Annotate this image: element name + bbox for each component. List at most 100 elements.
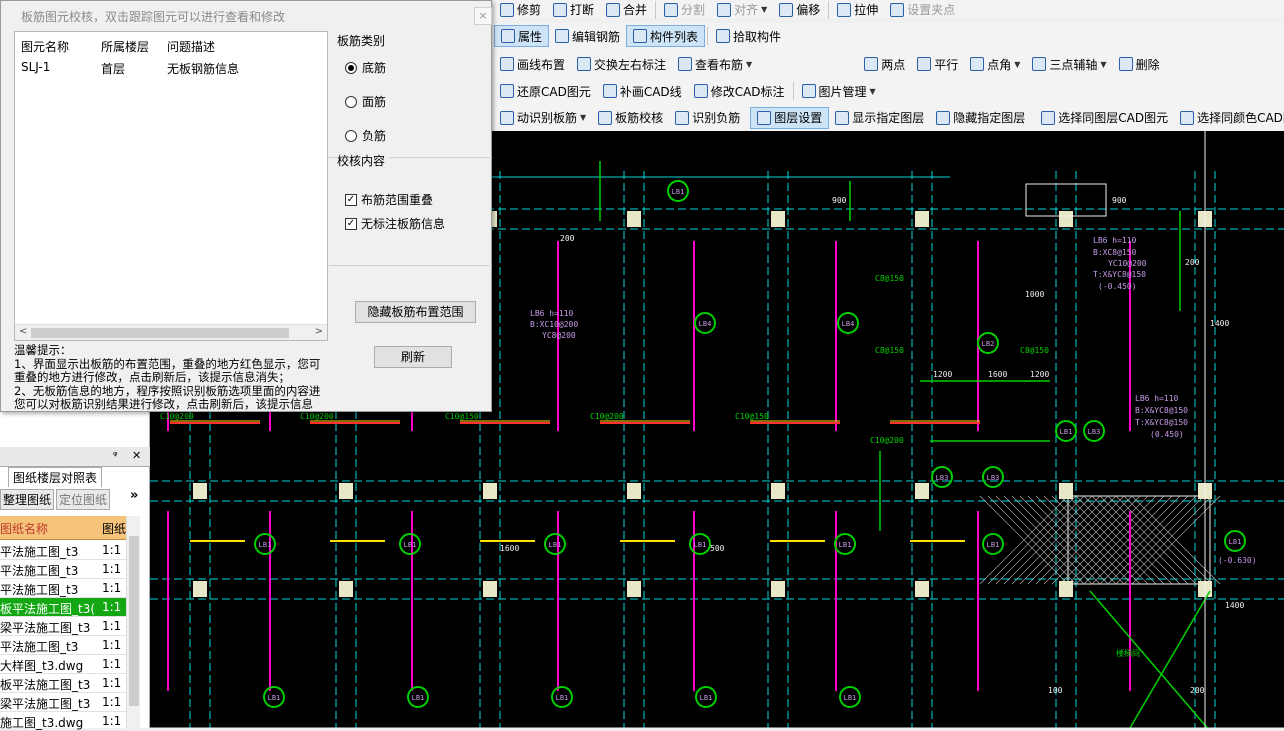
toolbar2-button-1[interactable]: 编辑钢筋 bbox=[549, 25, 626, 47]
toolbar-label: 编辑钢筋 bbox=[572, 29, 621, 44]
table-row[interactable]: 平法施工图_t3 1:1 bbox=[0, 636, 126, 655]
scroll-thumb[interactable] bbox=[31, 328, 289, 338]
toolbar3_right-button-0[interactable]: 两点 bbox=[858, 53, 911, 75]
toolbar4-button-0[interactable]: 还原CAD图元 bbox=[494, 80, 597, 102]
cad-text: C10@200 bbox=[870, 436, 904, 445]
toolbar1-button-2[interactable]: 合并 bbox=[600, 0, 653, 19]
table-row[interactable]: 板平法施工图_t3 1:1 bbox=[0, 674, 126, 693]
table-row[interactable]: 施工图_t3.dwg 1:1 bbox=[0, 712, 126, 731]
bubble-label: LB1 bbox=[549, 541, 562, 549]
close-icon[interactable]: ✕ bbox=[132, 449, 141, 462]
toolbar1-button-6[interactable]: 拉伸 bbox=[831, 0, 884, 19]
cad-text: 楼梯间 bbox=[1116, 648, 1140, 658]
table-row[interactable]: 梁平法施工图_t3 1:1 bbox=[0, 693, 126, 712]
bubble-label: LB1 bbox=[700, 694, 713, 702]
col-floor[interactable]: 所属楼层 bbox=[101, 38, 149, 55]
cad-text: 1400 bbox=[1225, 601, 1244, 610]
table-row[interactable]: 平法施工图_t3 1:1 bbox=[0, 579, 126, 598]
toolbar-row-1: 修剪 打断 合并 分割 对齐 ▼ 偏移 拉伸 设置夹点 bbox=[494, 0, 1284, 19]
col-element-name[interactable]: 图元名称 bbox=[21, 38, 69, 55]
show-layer-icon bbox=[835, 110, 850, 125]
toolbar3_right-button-3[interactable]: 三点辅轴 ▼ bbox=[1026, 53, 1112, 75]
break-icon bbox=[553, 2, 568, 17]
organize-drawing-button[interactable]: 整理图纸 bbox=[0, 489, 55, 510]
drawing-scale: 1:1 bbox=[102, 657, 122, 671]
toolbar3_left-button-1[interactable]: 交换左右标注 bbox=[571, 53, 672, 75]
col-issue[interactable]: 问题描述 bbox=[167, 38, 215, 55]
radio-top-rebar[interactable]: 面筋 bbox=[345, 93, 386, 110]
align-icon bbox=[717, 2, 732, 17]
drawing-name: 板平法施工图_t3( bbox=[0, 602, 96, 616]
toolbar-label: 删除 bbox=[1135, 57, 1160, 72]
scroll-right-icon[interactable]: > bbox=[315, 326, 323, 337]
toolbar1-button-4[interactable]: 对齐 ▼ bbox=[711, 0, 773, 19]
toolbar3_right-button-1[interactable]: 平行 bbox=[911, 53, 964, 75]
hide-rebar-range-button[interactable]: 隐藏板筋布置范围 bbox=[355, 301, 476, 323]
table-row[interactable]: 平法施工图_t3 1:1 bbox=[0, 560, 126, 579]
column-node bbox=[483, 581, 497, 597]
toolbar2-button-2[interactable]: 构件列表 bbox=[626, 25, 706, 47]
toolbar4-button-2[interactable]: 修改CAD标注 bbox=[688, 80, 791, 102]
pin-icon[interactable]: ᵠ bbox=[113, 449, 118, 462]
toolbar3_right-button-2[interactable]: 点角 ▼ bbox=[964, 53, 1026, 75]
tab-drawing-floor-map[interactable]: 图纸楼层对照表 bbox=[8, 467, 103, 487]
table-scrollbar[interactable] bbox=[126, 516, 140, 728]
toolbar3_left-button-2[interactable]: 查看布筋 ▼ bbox=[672, 53, 758, 75]
cad-text: 900 bbox=[832, 196, 847, 205]
toolbar5-button-1[interactable]: 板筋校核 bbox=[592, 107, 669, 129]
cad-text: 500 bbox=[710, 544, 725, 553]
checkbox-overlap[interactable]: ✓ 布筋范围重叠 bbox=[345, 191, 433, 208]
table-row[interactable]: 大样图_t3.dwg 1:1 bbox=[0, 655, 126, 674]
chevron-down-icon[interactable]: ▼ bbox=[870, 87, 876, 96]
toolbar-label: 三点辅轴 bbox=[1049, 57, 1098, 72]
scroll-left-icon[interactable]: < bbox=[19, 326, 27, 337]
column-node bbox=[1059, 581, 1073, 597]
chevron-down-icon[interactable]: ▼ bbox=[580, 113, 586, 122]
table-row[interactable]: 板平法施工图_t3(1:1 bbox=[0, 598, 126, 617]
radio-negative-rebar[interactable]: 负筋 bbox=[345, 127, 386, 144]
table-row[interactable]: 梁平法施工图_t3 1:1 bbox=[0, 617, 126, 636]
checkbox-no-label[interactable]: ✓ 无标注板筋信息 bbox=[345, 215, 445, 232]
chevron-down-icon[interactable]: ▼ bbox=[1014, 60, 1020, 69]
toolbar5-button-5[interactable]: 隐藏指定图层 bbox=[930, 107, 1031, 129]
toolbar2-button-3[interactable]: 拾取构件 bbox=[710, 25, 787, 47]
column-node bbox=[915, 483, 929, 499]
col-drawing-name[interactable]: 图纸名称 bbox=[0, 520, 48, 537]
chevron-down-icon[interactable]: ▼ bbox=[761, 5, 767, 14]
toolbar1-button-0[interactable]: 修剪 bbox=[494, 0, 547, 19]
refresh-button[interactable]: 刷新 bbox=[374, 346, 452, 368]
chevron-down-icon[interactable]: ▼ bbox=[1100, 60, 1106, 69]
cad-text: B:X&YC8@150 bbox=[1135, 406, 1188, 415]
toolbar2-button-0[interactable]: 属性 bbox=[494, 25, 550, 47]
toolbar5-button-6[interactable]: 选择同图层CAD图元 bbox=[1035, 107, 1174, 129]
issue-list[interactable]: 图元名称 所属楼层 问题描述 SLJ-1 首层 无板钢筋信息 < > bbox=[14, 31, 328, 341]
toolbar5-button-0[interactable]: 动识别板筋 ▼ bbox=[494, 107, 592, 129]
toolbar1-button-1[interactable]: 打断 bbox=[547, 0, 600, 19]
drawing-name: 平法施工图_t3 bbox=[0, 640, 79, 654]
toolbar1-button-5[interactable]: 偏移 bbox=[773, 0, 826, 19]
toolbar5-button-7[interactable]: 选择同颜色CAD图元 bbox=[1174, 107, 1284, 129]
toolbar1-button-7[interactable]: 设置夹点 bbox=[884, 0, 961, 19]
toolbar5-button-4[interactable]: 显示指定图层 bbox=[829, 107, 930, 129]
toolbar4-button-3[interactable]: 图片管理 ▼ bbox=[796, 80, 882, 102]
toolbar1-button-3[interactable]: 分割 bbox=[658, 0, 711, 19]
drawing-scale: 1:1 bbox=[102, 619, 122, 633]
toolbar5-button-3[interactable]: 图层设置 bbox=[750, 106, 830, 129]
col-drawing-scale[interactable]: 图纸 bbox=[102, 520, 126, 537]
table-row[interactable]: 平法施工图_t3 1:1 bbox=[0, 541, 126, 560]
column-node bbox=[915, 211, 929, 227]
toolbar3_left-button-0[interactable]: 画线布置 bbox=[494, 53, 571, 75]
dialog-close-button[interactable]: × bbox=[474, 7, 492, 25]
toolbar4-button-1[interactable]: 补画CAD线 bbox=[597, 80, 688, 102]
toolbar5-button-2[interactable]: 识别负筋 bbox=[669, 107, 746, 129]
more-icon[interactable]: » bbox=[130, 488, 138, 503]
chevron-down-icon[interactable]: ▼ bbox=[746, 60, 752, 69]
swap-icon bbox=[577, 57, 592, 71]
list-hscrollbar[interactable]: < > bbox=[15, 324, 327, 340]
tips-line: 2、无板筋信息的地方，程序按照识别板筋选项里面的内容进 bbox=[14, 383, 321, 398]
parallel-icon bbox=[917, 57, 932, 71]
toolbar-label: 拾取构件 bbox=[733, 29, 782, 44]
radio-bottom-rebar[interactable]: 底筋 bbox=[345, 59, 386, 76]
toolbar3_right-button-4[interactable]: 删除 bbox=[1113, 53, 1166, 75]
locate-drawing-button[interactable]: 定位图纸 bbox=[56, 489, 111, 510]
